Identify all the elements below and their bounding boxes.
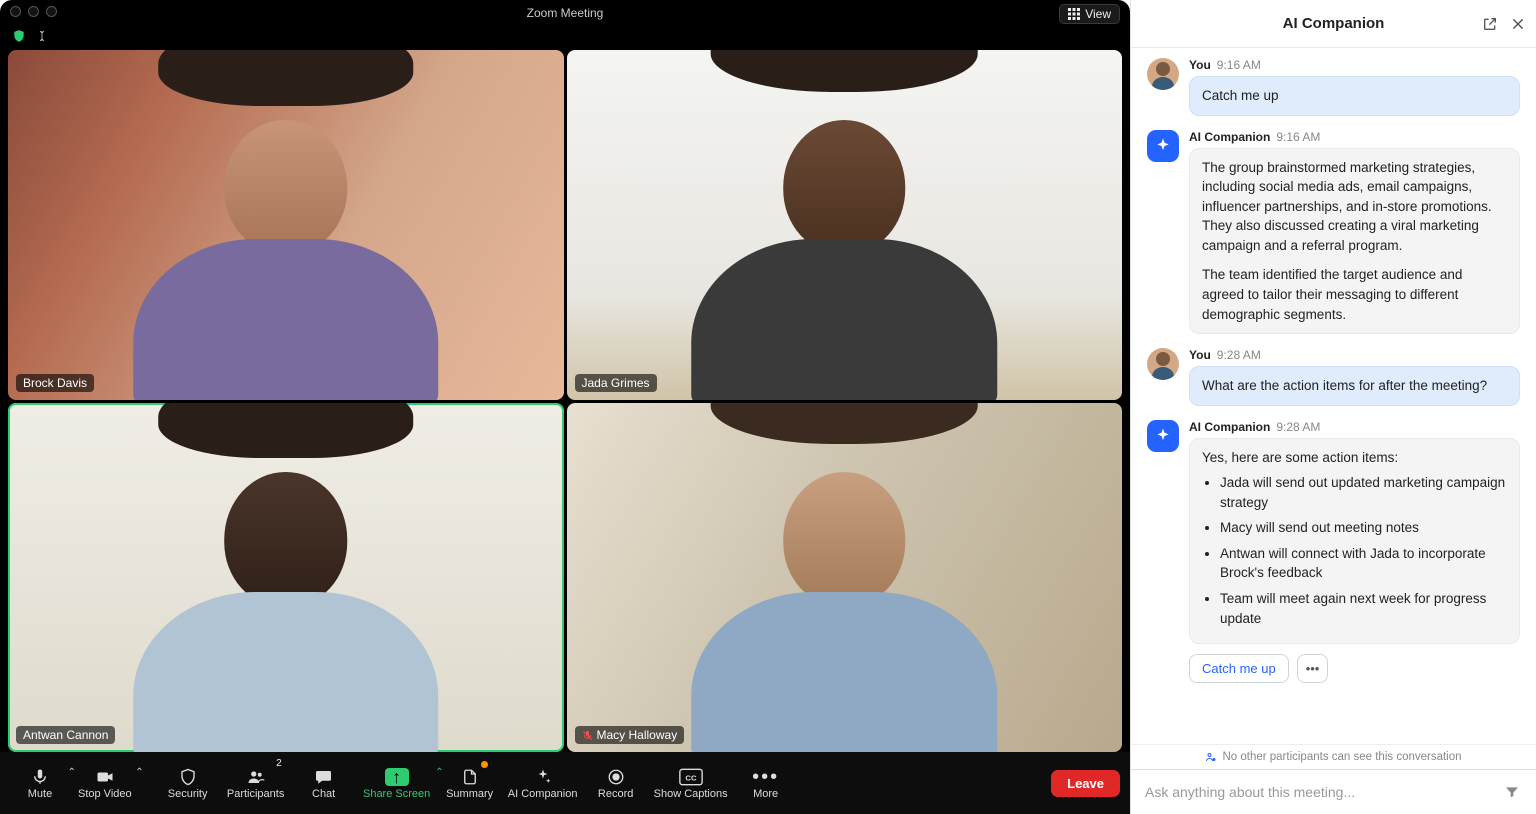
chat-button[interactable]: Chat [294, 759, 354, 807]
traffic-close[interactable] [10, 6, 21, 17]
participants-button[interactable]: Participants 2 [220, 759, 292, 807]
muted-mic-icon [582, 730, 593, 741]
captions-button[interactable]: CC Show Captions [648, 759, 734, 807]
close-icon[interactable] [1510, 16, 1526, 32]
participants-icon [245, 766, 267, 788]
message-bubble: Yes, here are some action items: Jada wi… [1189, 438, 1520, 645]
bolt-icon[interactable] [36, 29, 48, 43]
ai-companion-panel: AI Companion You9:16 AM Catch me up AI C… [1130, 0, 1536, 814]
chat-input-row [1131, 769, 1536, 814]
video-icon [95, 766, 115, 788]
video-chevron[interactable]: ⌃ [133, 765, 145, 780]
sparkle-icon [534, 766, 552, 788]
grid-icon [1068, 8, 1080, 20]
user-avatar [1147, 58, 1179, 90]
traffic-minimize[interactable] [28, 6, 39, 17]
more-suggestions-button[interactable]: ••• [1297, 654, 1329, 683]
stop-video-button[interactable]: Stop Video ⌃ [72, 759, 138, 807]
encryption-shield-icon[interactable] [12, 29, 26, 43]
summary-button[interactable]: Summary [440, 759, 500, 807]
titlebar: Zoom Meeting View [0, 0, 1130, 26]
participant-name-tag: Macy Halloway [575, 726, 685, 744]
leave-button[interactable]: Leave [1051, 770, 1120, 797]
ai-avatar [1147, 420, 1179, 452]
summary-icon [461, 766, 479, 788]
view-button[interactable]: View [1059, 4, 1120, 24]
video-tile-antwan[interactable]: Antwan Cannon [8, 403, 564, 753]
chat-icon [314, 766, 333, 788]
security-button[interactable]: Security [158, 759, 218, 807]
chat-message: AI Companion9:16 AM The group brainstorm… [1147, 130, 1520, 335]
suggestion-pill[interactable]: Catch me up [1189, 654, 1289, 683]
user-avatar [1147, 348, 1179, 380]
share-icon: ↑ [385, 766, 409, 788]
window-controls [10, 6, 57, 17]
participant-count-badge: 2 [276, 758, 282, 769]
view-label: View [1085, 7, 1111, 21]
record-button[interactable]: Record [586, 759, 646, 807]
svg-text:CC: CC [685, 773, 697, 782]
window-title: Zoom Meeting [527, 6, 604, 20]
video-tile-brock[interactable]: Brock Davis [8, 50, 564, 400]
panel-title: AI Companion [1283, 15, 1385, 32]
mic-icon [31, 766, 49, 788]
video-grid: Brock Davis Jada Grimes Antwan Cannon Ma… [0, 46, 1130, 752]
participant-name-tag: Antwan Cannon [16, 726, 115, 744]
panel-header: AI Companion [1131, 0, 1536, 48]
privacy-notice: No other participants can see this conve… [1131, 744, 1536, 769]
video-tile-macy[interactable]: Macy Halloway [567, 403, 1123, 753]
video-tile-jada[interactable]: Jada Grimes [567, 50, 1123, 400]
lock-user-icon [1205, 751, 1217, 763]
chat-message: AI Companion9:28 AM Yes, here are some a… [1147, 420, 1520, 684]
chat-message: You9:16 AM Catch me up [1147, 58, 1520, 116]
chat-scroll[interactable]: You9:16 AM Catch me up AI Companion9:16 … [1131, 48, 1536, 744]
send-filter-icon[interactable] [1502, 780, 1522, 804]
popout-icon[interactable] [1482, 16, 1498, 32]
mute-button[interactable]: Mute ⌃ [10, 759, 70, 807]
status-bar [0, 26, 1130, 46]
record-icon [607, 766, 625, 788]
ai-avatar [1147, 130, 1179, 162]
traffic-maximize[interactable] [46, 6, 57, 17]
cc-icon: CC [679, 766, 703, 788]
shield-icon [179, 766, 197, 788]
chat-message: You9:28 AM What are the action items for… [1147, 348, 1520, 406]
notification-dot [481, 761, 488, 768]
meeting-toolbar: Mute ⌃ Stop Video ⌃ Security Participant… [0, 752, 1130, 814]
ai-companion-button[interactable]: AI Companion [502, 759, 584, 807]
more-button[interactable]: ••• More [736, 759, 796, 807]
message-bubble: Catch me up [1189, 76, 1520, 116]
share-screen-button[interactable]: ↑ Share Screen ⌃ [356, 759, 438, 807]
participant-name-tag: Jada Grimes [575, 374, 657, 392]
participant-name-tag: Brock Davis [16, 374, 94, 392]
more-icon: ••• [752, 766, 779, 788]
message-bubble: What are the action items for after the … [1189, 366, 1520, 406]
zoom-window: Zoom Meeting View Brock Davis Jada Grime… [0, 0, 1130, 814]
message-bubble: The group brainstormed marketing strateg… [1189, 148, 1520, 335]
chat-input[interactable] [1145, 784, 1502, 800]
